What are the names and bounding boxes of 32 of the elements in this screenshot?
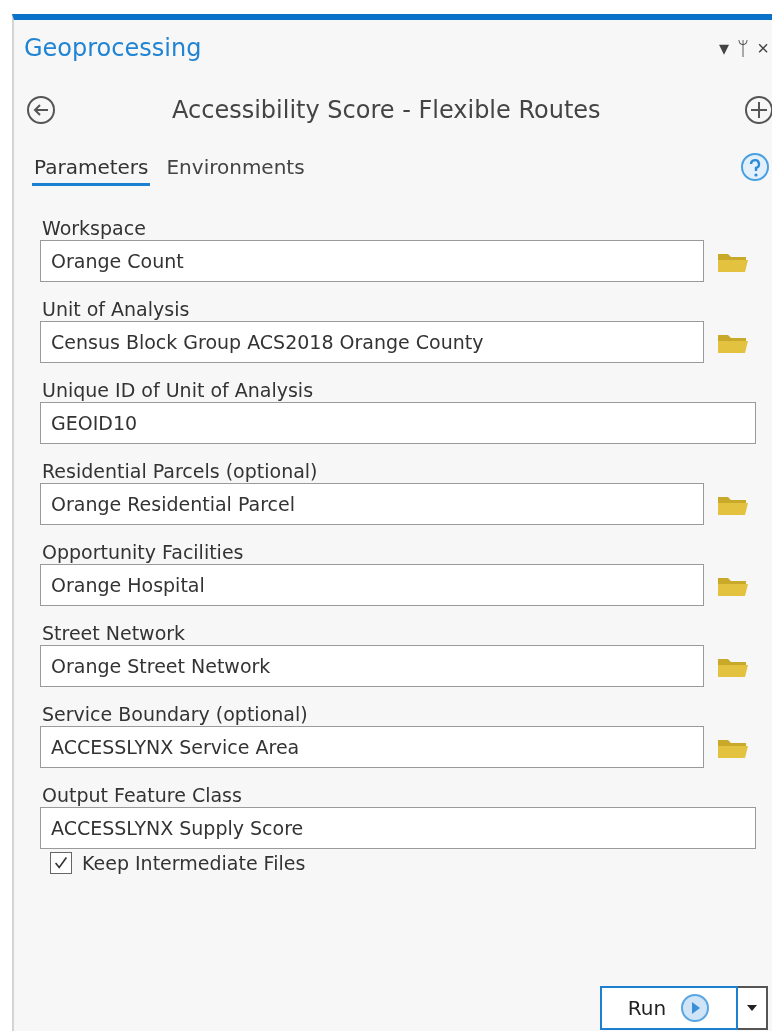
help-icon[interactable] [740, 152, 770, 182]
input-field[interactable]: Orange Hospital [40, 564, 704, 606]
input-field[interactable]: Orange Residential Parcel [40, 483, 704, 525]
input-field[interactable]: Orange Street Network [40, 645, 704, 687]
option-label: Keep Intermediate Files [82, 852, 306, 874]
input-field[interactable]: Orange Count [40, 240, 704, 282]
parameter-label: Unit of Analysis [42, 297, 190, 321]
run-button[interactable]: Run [600, 986, 738, 1030]
play-icon [680, 993, 711, 1023]
parameter-label: Opportunity Facilities [42, 540, 244, 564]
tab[interactable]: Parameters [32, 155, 151, 186]
input-field[interactable]: ACCESSLYNX Supply Score [40, 807, 756, 849]
input-field[interactable]: GEOID10 [40, 402, 756, 444]
pane-control[interactable]: ᛘ [734, 36, 753, 60]
pane-control[interactable]: × [754, 36, 772, 60]
parameter-label: Residential Parcels (optional) [42, 459, 318, 483]
checkbox[interactable] [50, 852, 72, 874]
add-icon[interactable] [744, 95, 772, 125]
parameter-label: Output Feature Class [42, 783, 242, 807]
input-field[interactable]: ACCESSLYNX Service Area [40, 726, 704, 768]
pane-control[interactable]: ▾ [716, 36, 733, 60]
tab[interactable]: Environments [164, 155, 307, 186]
dropdown-button[interactable] [738, 986, 768, 1030]
parameter-label: Unique ID of Unit of Analysis [42, 378, 314, 402]
parameter-label: Service Boundary (optional) [42, 702, 308, 726]
caret-icon [746, 1004, 758, 1012]
input-field[interactable]: Census Block Group ACS2018 Orange County [40, 321, 704, 363]
parameter-label: Street Network [42, 621, 186, 645]
tool-title: Accessibility Score - Flexible Routes [172, 96, 601, 124]
parameter-label: Workspace [42, 216, 146, 240]
back-icon[interactable] [26, 95, 56, 125]
pane-title: Geoprocessing [24, 34, 202, 62]
